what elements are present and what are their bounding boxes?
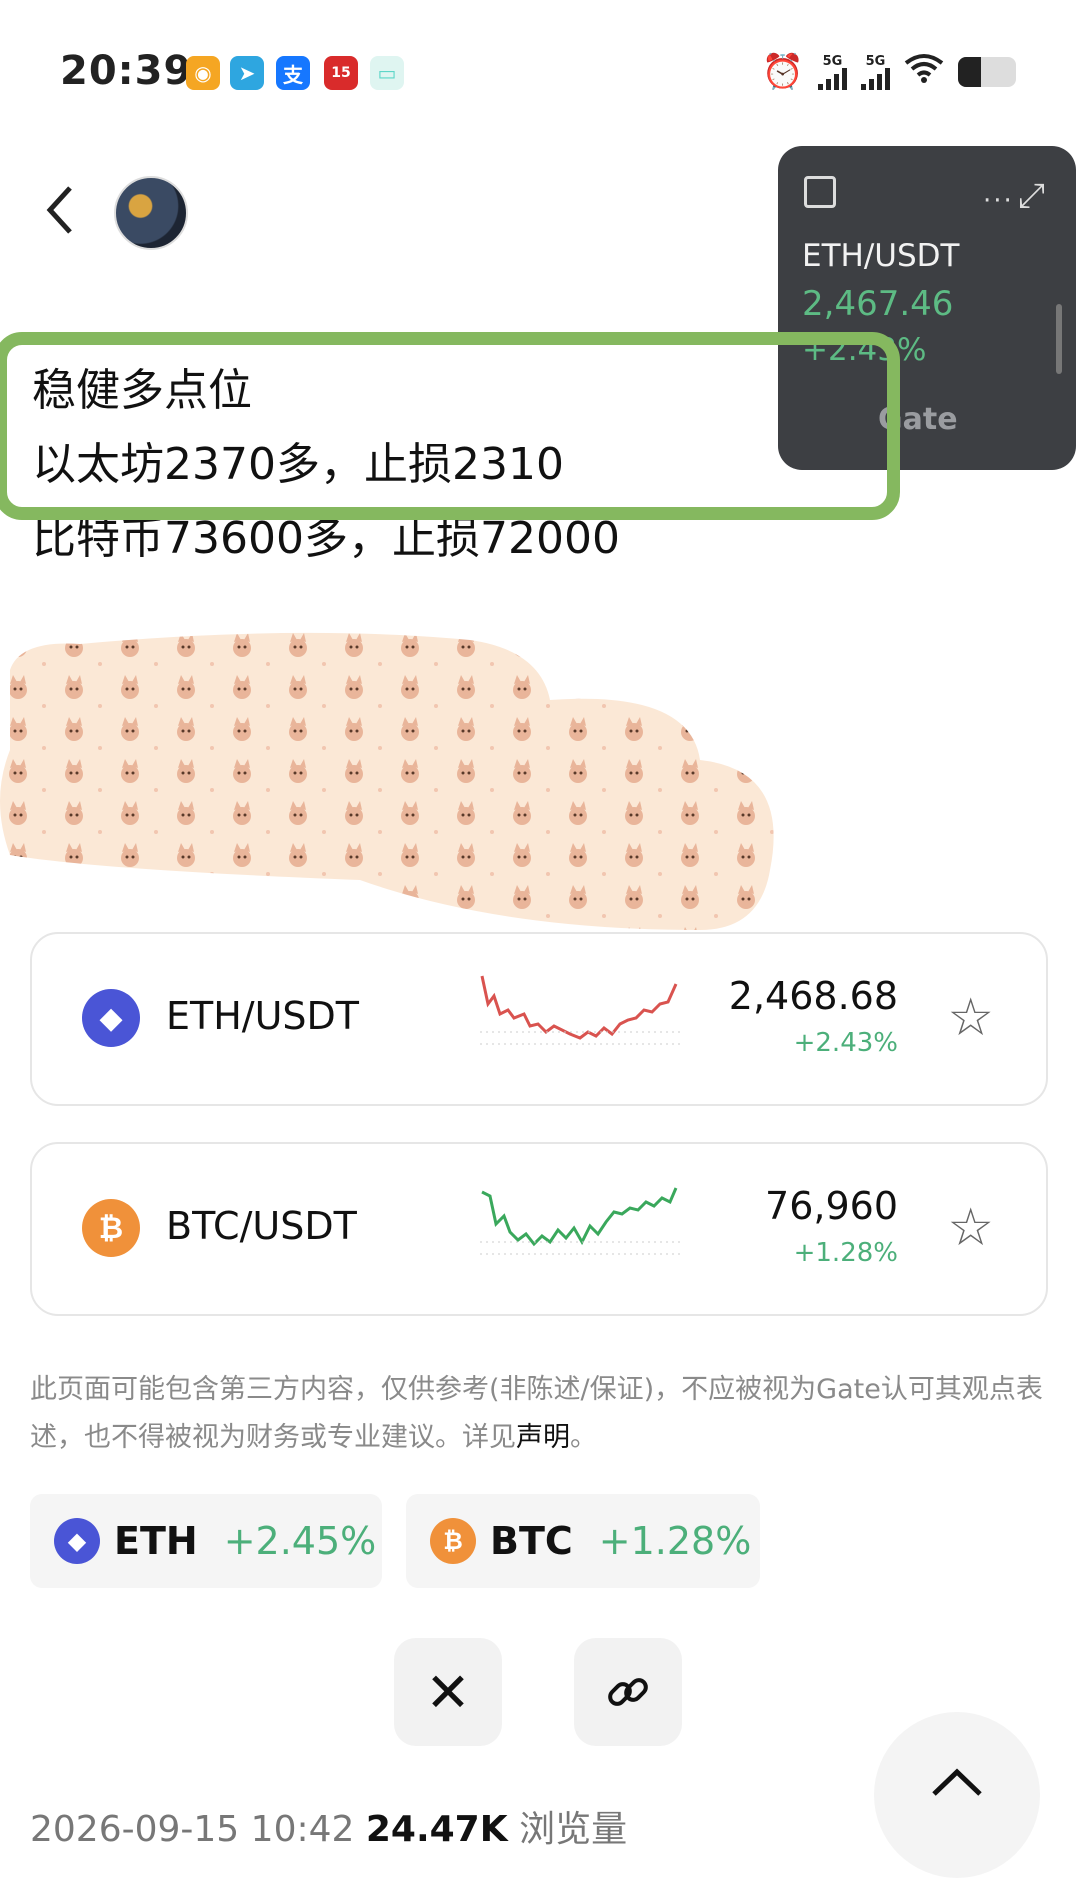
network-type: 5G [822,53,843,69]
expand-icon[interactable]: ⤢ [1018,176,1045,216]
eth-coin-icon: ◆ [54,1518,100,1564]
view-count: 24.47K [365,1809,508,1850]
copy-link-button[interactable] [574,1638,682,1746]
scroll-top-button[interactable] [874,1712,1040,1878]
chip-btc[interactable]: ₿ BTC +1.28% [406,1494,760,1588]
ticker-pair: ETH/USDT [166,994,360,1038]
alarm-icon: ⏰ [761,52,804,92]
chip-eth[interactable]: ◆ ETH +2.45% [30,1494,382,1588]
btc-sparkline [480,1187,680,1255]
x-logo-icon: ✕ [425,1660,471,1724]
signal-icon-2: 5G [861,55,890,90]
chat-icon: ▭ [370,56,404,90]
post-meta: 2026-09-15 10:42 24.47K 浏览量 [30,1800,627,1852]
author-avatar[interactable] [114,176,188,250]
disclaimer: 此页面可能包含第三方内容，仅供参考(非陈述/保证)，不应被视为Gate认可其观点… [30,1366,1046,1462]
battery-icon [958,57,1016,87]
weibo-icon: ◉ [186,56,220,90]
btc-coin-icon: ₿ [82,1199,140,1257]
highlight-box [0,332,900,520]
btc-coin-icon: ₿ [430,1518,476,1564]
disclaimer-link[interactable]: 声明 [516,1422,570,1453]
signal-icon: 5G [818,55,847,90]
ticker-card-eth[interactable]: ◆ ETH/USDT 2,468.68 +2.43% ☆ [30,932,1048,1106]
eth-coin-icon: ◆ [82,989,140,1047]
ticker-price: 2,468.68 [728,974,898,1018]
wifi-icon [904,53,944,91]
chip-change: +1.28% [598,1519,752,1563]
ticker-card-btc[interactable]: ₿ BTC/USDT 76,960 +1.28% ☆ [30,1142,1048,1316]
ticker-price: 76,960 [765,1184,898,1228]
chevron-up-icon [932,1768,982,1796]
share-x-button[interactable]: ✕ [394,1638,502,1746]
pip-icon[interactable] [804,176,836,208]
chip-symbol: BTC [490,1519,573,1563]
post-timestamp: 2026-09-15 10:42 [30,1809,355,1850]
widget-price: 2,467.46 [802,284,954,324]
disclaimer-end: 。 [570,1422,597,1453]
view-label: 浏览量 [519,1809,628,1850]
ticker-pair: BTC/USDT [166,1204,357,1248]
more-icon[interactable]: ··· [983,186,1014,216]
telegram-icon: ➤ [230,56,264,90]
ticker-change: +2.43% [793,1028,898,1058]
lottery-icon: 15 [324,56,358,90]
favorite-star-icon[interactable]: ☆ [947,992,994,1044]
widget-pair: ETH/USDT [802,238,960,274]
chip-change: +2.45% [223,1519,377,1563]
back-button[interactable] [40,180,80,250]
link-icon [608,1678,648,1706]
eth-sparkline [480,975,680,1045]
sticker-redacted-image [0,632,774,930]
alipay-icon: 支 [276,56,310,90]
chip-symbol: ETH [114,1519,198,1563]
network-type-2: 5G [865,53,886,69]
status-time: 20:39 [60,48,193,94]
ticker-change: +1.28% [793,1238,898,1268]
widget-scrollbar [1056,304,1062,374]
status-icons: ⏰ 5G 5G [762,52,1016,92]
chevron-left-icon [46,186,72,234]
favorite-star-icon[interactable]: ☆ [947,1202,994,1254]
